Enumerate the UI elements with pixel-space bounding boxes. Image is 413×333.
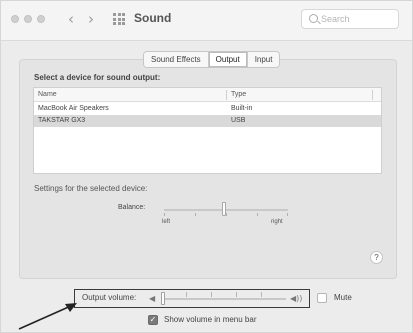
- window-title: Sound: [134, 11, 172, 25]
- search-input[interactable]: [321, 12, 393, 26]
- column-divider: [226, 90, 227, 100]
- tab-output[interactable]: Output: [208, 52, 248, 67]
- volume-tick: [236, 292, 237, 297]
- show-volume-in-menu-bar-label: Show volume in menu bar: [164, 315, 257, 324]
- column-header-name[interactable]: Name: [38, 91, 57, 98]
- volume-tick: [211, 292, 212, 297]
- tab-input[interactable]: Input: [247, 52, 280, 67]
- balance-tick: [195, 213, 196, 216]
- device-name-cell: TAKSTAR GX3: [38, 117, 86, 124]
- mute-checkbox[interactable]: [317, 293, 327, 303]
- annotation-arrow-icon: [18, 303, 77, 330]
- output-volume-label: Output volume:: [82, 293, 137, 302]
- mute-label: Mute: [334, 293, 352, 302]
- balance-tick: [257, 213, 258, 216]
- balance-right-label: right: [271, 219, 283, 225]
- output-device-table[interactable]: Name Type MacBook Air Speakers Built-in …: [33, 87, 382, 174]
- speaker-low-icon: ◀: [149, 294, 156, 303]
- column-divider: [372, 90, 373, 100]
- device-name-cell: MacBook Air Speakers: [38, 105, 109, 112]
- show-all-grid-icon[interactable]: [113, 13, 125, 25]
- back-chevron-icon[interactable]: ‹: [68, 10, 74, 28]
- table-row[interactable]: MacBook Air Speakers Built-in: [34, 103, 381, 115]
- table-header: Name Type: [34, 88, 381, 102]
- help-button[interactable]: ?: [370, 251, 383, 264]
- balance-tick: [164, 213, 165, 216]
- balance-tick: [287, 213, 288, 216]
- speaker-high-icon: ◀)): [290, 294, 303, 303]
- balance-left-label: left: [162, 219, 171, 225]
- balance-slider-track[interactable]: [164, 209, 288, 211]
- minimize-window-button[interactable]: [24, 15, 32, 23]
- device-settings-heading: Settings for the selected device:: [34, 184, 148, 193]
- output-volume-slider[interactable]: [161, 298, 286, 300]
- device-type-cell: Built-in: [231, 105, 253, 112]
- table-row-selected[interactable]: TAKSTAR GX3 USB: [34, 115, 381, 127]
- sound-preferences-window: ‹ › Sound Sound Effects Output Input Sel…: [0, 0, 413, 333]
- device-type-cell: USB: [231, 117, 246, 124]
- output-device-heading: Select a device for sound output:: [34, 73, 161, 82]
- zoom-window-button[interactable]: [37, 15, 45, 23]
- output-volume-knob[interactable]: [161, 292, 165, 305]
- title-bar: ‹ › Sound: [1, 1, 412, 41]
- close-window-button[interactable]: [11, 15, 19, 23]
- balance-slider-knob[interactable]: [222, 202, 226, 216]
- volume-tick: [261, 292, 262, 297]
- balance-tick: [226, 213, 227, 216]
- search-icon: [309, 14, 318, 23]
- volume-tick: [186, 292, 187, 297]
- forward-chevron-icon[interactable]: ›: [88, 10, 94, 28]
- show-volume-in-menu-bar-checkbox[interactable]: ✓: [148, 315, 158, 325]
- tab-sound-effects[interactable]: Sound Effects: [144, 52, 209, 67]
- tab-bar: Sound Effects Output Input: [143, 51, 281, 68]
- search-field[interactable]: [301, 9, 399, 29]
- column-header-type[interactable]: Type: [231, 91, 246, 98]
- balance-label: Balance:: [118, 204, 146, 211]
